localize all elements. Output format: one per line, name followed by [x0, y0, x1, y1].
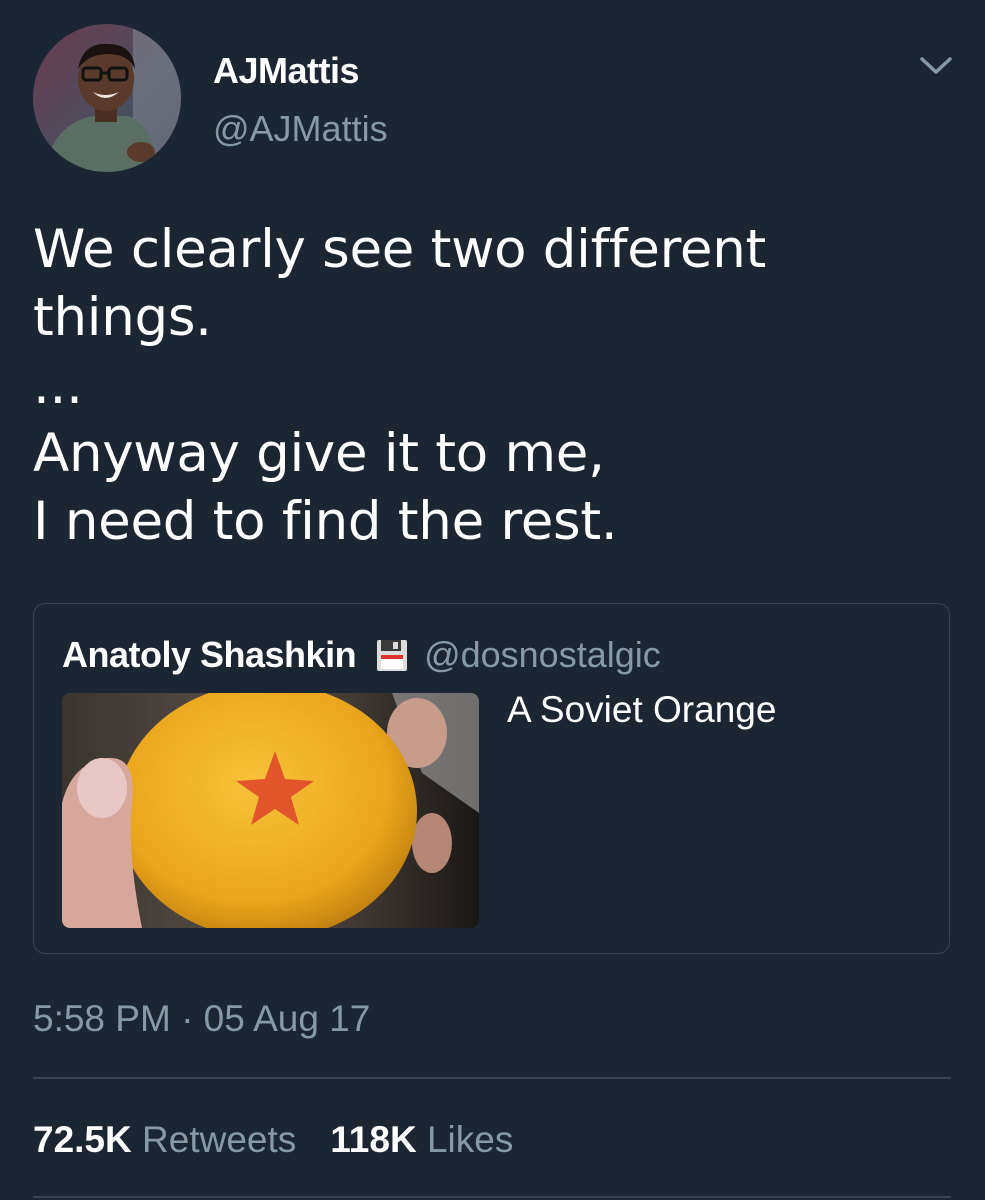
retweets-stat[interactable]: 72.5K Retweets	[33, 1119, 296, 1161]
tweet-timestamp[interactable]: 5:58 PM · 05 Aug 17	[33, 998, 370, 1040]
quoted-tweet-image[interactable]	[62, 693, 479, 928]
quoted-tweet-header: Anatoly Shashkin @dosnostalgic	[62, 634, 661, 676]
quoted-author-name: Anatoly Shashkin	[62, 634, 357, 675]
quoted-author-handle: @dosnostalgic	[424, 634, 661, 675]
floppy-disk-icon	[376, 637, 408, 673]
divider	[33, 1077, 951, 1079]
avatar[interactable]	[33, 24, 181, 172]
likes-count: 118K	[330, 1119, 417, 1160]
divider	[33, 1196, 951, 1198]
tweet-text: We clearly see two different things. ...…	[33, 219, 767, 552]
likes-stat[interactable]: 118K Likes	[330, 1119, 513, 1161]
likes-label: Likes	[426, 1119, 514, 1160]
chevron-down-icon[interactable]	[918, 50, 954, 80]
quoted-tweet-text: A Soviet Orange	[507, 689, 777, 730]
retweets-count: 72.5K	[33, 1119, 132, 1160]
retweets-label: Retweets	[142, 1119, 297, 1160]
author-handle[interactable]: @AJMattis	[213, 108, 388, 150]
quoted-tweet-card[interactable]: Anatoly Shashkin @dosnostalgic A Soviet …	[33, 603, 950, 954]
tweet-stats: 72.5K Retweets 118K Likes	[33, 1119, 513, 1161]
author-display-name[interactable]: AJMattis	[213, 50, 360, 92]
